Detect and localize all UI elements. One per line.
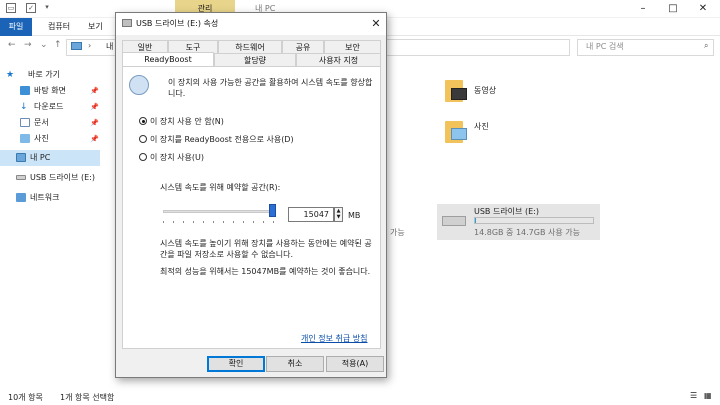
option-dedicate-radio[interactable] [139,135,147,143]
usb-drive-icon [16,175,26,180]
usb-drive-icon [122,19,132,27]
sidebar-item-this-pc[interactable]: 내 PC [0,150,100,166]
tab-computer[interactable]: 컴퓨터 [40,18,78,36]
slider-tick [203,221,204,223]
pin-icon: 📌 [90,103,99,111]
usb-drive-icon [442,216,466,226]
slider-tick [263,221,264,223]
slider-tick [183,221,184,223]
tab-quota[interactable]: 할당량 [214,53,296,66]
reserve-note: 시스템 속도를 높이기 위해 장치를 사용하는 동안에는 예약된 공간을 파일 … [160,239,372,259]
star-icon: ★ [6,70,15,80]
pin-icon: 📌 [90,119,99,127]
sidebar-item-network[interactable]: 네트워크 [0,190,100,206]
this-pc-icon [16,153,26,162]
tab-hardware[interactable]: 하드웨어 [218,40,282,53]
back-icon[interactable]: ← [8,40,16,50]
this-pc-icon [71,42,82,50]
option-do-not-use-radio[interactable] [139,117,147,125]
checkbox-icon[interactable]: ✓ [26,3,36,13]
download-icon: ↓ [20,102,28,112]
status-selected: 1개 항목 선택함 [60,393,115,402]
readyboost-panel: 이 장치의 사용 가능한 공간을 활용하여 시스템 속도를 향상합니다. 이 장… [122,66,381,349]
sidebar-item-usb[interactable]: USB 드라이브 (E:) [0,170,100,186]
search-icon[interactable]: ⌕ [704,41,708,51]
reserve-space-label: 시스템 속도를 위해 예약할 공간(R): [160,183,281,192]
details-view-icon[interactable]: ☰ [690,391,697,400]
sidebar-quick-access[interactable]: ★ 바로 가기 [0,67,100,83]
slider-tick [233,221,234,223]
pin-icon: 📌 [90,87,99,95]
tab-customize[interactable]: 사용자 지정 [296,53,381,66]
landscape-icon [451,128,467,140]
reserve-size-spinner[interactable]: ▲ ▼ [334,207,343,222]
slider-tick [253,221,254,223]
reserve-slider-thumb[interactable] [269,204,276,217]
dialog-title-bar: USB 드라이브 (E:) 속성 ✕ [116,13,386,35]
picture-icon [20,134,30,143]
film-icon [451,88,467,100]
properties-dialog: USB 드라이브 (E:) 속성 ✕ 일반 도구 하드웨어 공유 보안 Read… [115,12,387,378]
drive-usage-bar [474,217,594,224]
tab-file[interactable]: 파일 [0,18,32,36]
option-dedicate-label[interactable]: 이 장치를 ReadyBoost 전용으로 사용(D) [150,134,294,145]
drive-usage-fill [475,218,477,223]
privacy-policy-link[interactable]: 개인 정보 취급 방침 [301,333,368,344]
status-bar: 10개 항목 1개 항목 선택함 ☰ ▦ [0,388,720,405]
desktop-icon [20,86,30,95]
option-do-not-use-label[interactable]: 이 장치 사용 안 함(N) [150,116,224,127]
drive-available-text: 가능 [390,228,405,237]
sidebar-item-pictures[interactable]: 사진 📌 [0,131,100,147]
slider-tick [273,221,274,223]
slider-tick [223,221,224,223]
up-icon[interactable]: ↑ [54,40,62,50]
option-use-label[interactable]: 이 장치 사용(U) [150,152,204,163]
tab-security[interactable]: 보안 [324,40,381,53]
spin-down-icon[interactable]: ▼ [337,214,341,220]
search-placeholder: 내 PC 검색 [586,42,624,51]
minimize-icon[interactable]: – [628,0,658,18]
reserve-slider-track[interactable] [163,210,273,213]
tiles-view-icon[interactable]: ▦ [704,391,712,400]
close-icon[interactable]: ✕ [368,16,384,32]
sidebar-item-desktop[interactable]: 바탕 화면 📌 [0,83,100,99]
recent-dropdown-icon[interactable]: ⌄ [40,40,48,50]
document-icon [20,118,30,127]
slider-tick [213,221,214,223]
quick-access-dropdown-icon[interactable]: ▾ [42,3,52,13]
properties-icon[interactable]: ▭ [6,3,16,13]
recommendation-text: 최적의 성능을 위해서는 15047MB를 예약하는 것이 좋습니다. [160,267,371,276]
slider-tick [243,221,244,223]
address-separator-icon: › [88,41,92,50]
sidebar-item-documents[interactable]: 문서 📌 [0,115,100,131]
tab-sharing[interactable]: 공유 [282,40,324,53]
slider-tick [163,221,164,223]
drive-size-text: 14.8GB 중 14.7GB 사용 가능 [474,228,580,237]
tab-view[interactable]: 보기 [80,18,111,36]
pin-icon: 📌 [90,135,99,143]
slider-tick [173,221,174,223]
forward-icon[interactable]: → [24,40,32,50]
readyboost-icon [129,75,149,95]
drive-name: USB 드라이브 (E:) [474,207,539,216]
cancel-button[interactable]: 취소 [266,356,324,372]
reserve-size-input[interactable]: 15047 [288,207,334,222]
maximize-icon[interactable]: □ [658,0,688,18]
tab-readyboost[interactable]: ReadyBoost [122,52,214,67]
folder-pictures-label[interactable]: 사진 [474,121,489,132]
readyboost-intro: 이 장치의 사용 가능한 공간을 활용하여 시스템 속도를 향상합니다. [168,78,373,98]
slider-tick [193,221,194,223]
dialog-title: USB 드라이브 (E:) 속성 [136,19,219,28]
sidebar-item-downloads[interactable]: ↓ 다운로드 📌 [0,99,100,115]
reserve-unit: MB [348,211,361,220]
folder-videos-label[interactable]: 동영상 [474,85,496,96]
close-icon[interactable]: ✕ [688,0,718,18]
apply-button[interactable]: 적용(A) [326,356,384,372]
status-item-count: 10개 항목 [8,393,43,402]
option-use-radio[interactable] [139,153,147,161]
ok-button[interactable]: 확인 [207,356,265,372]
network-icon [16,193,26,202]
